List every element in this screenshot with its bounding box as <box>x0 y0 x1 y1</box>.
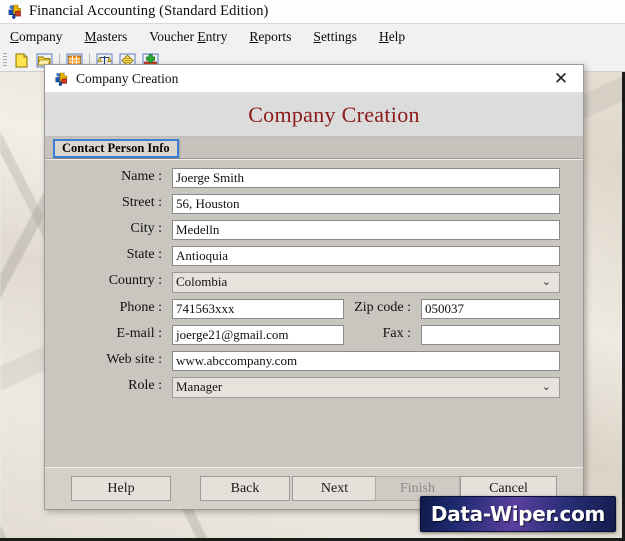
label-zip-code: Zip code : <box>354 300 411 315</box>
label-role: Role : <box>128 378 162 393</box>
form-row-city: City : Medelln <box>45 218 583 242</box>
menu-reports[interactable]: Reports <box>249 29 291 45</box>
form-row-role: Role : Manager ⌄ <box>45 375 583 399</box>
puzzle-pieces-icon <box>53 71 69 87</box>
value-country: Colombia <box>176 274 228 289</box>
label-website: Web site : <box>106 352 162 367</box>
label-city: City : <box>130 221 162 236</box>
watermark-badge: Data-Wiper.com <box>420 496 616 532</box>
watermark-text: Data-Wiper.com <box>430 502 606 526</box>
input-fax[interactable] <box>421 325 560 345</box>
chevron-down-icon[interactable]: ⌄ <box>542 381 556 393</box>
application-window: Financial Accounting (Standard Edition) … <box>0 0 625 541</box>
menu-voucher-entry[interactable]: Voucher Entry <box>149 29 227 45</box>
input-street[interactable]: 56, Houston <box>172 194 560 214</box>
menu-settings[interactable]: Settings <box>313 29 357 45</box>
label-street: Street : <box>121 195 162 210</box>
value-street: 56, Houston <box>176 196 240 211</box>
tab-contact-person-info[interactable]: Contact Person Info <box>53 139 179 158</box>
input-city[interactable]: Medelln <box>172 220 560 240</box>
form-row-website: Web site : www.abccompany.com <box>45 349 583 373</box>
dropdown-role[interactable]: Manager ⌄ <box>172 376 560 398</box>
toolbar-grip[interactable] <box>3 52 7 68</box>
value-state: Antioquia <box>176 248 228 263</box>
dialog-title: Company Creation <box>76 70 179 86</box>
input-website[interactable]: www.abccompany.com <box>172 351 560 371</box>
chevron-down-icon[interactable]: ⌄ <box>542 276 556 288</box>
label-name: Name : <box>121 169 162 184</box>
menu-company[interactable]: Company <box>10 29 63 45</box>
menu-help[interactable]: Help <box>379 29 405 45</box>
value-role: Manager <box>176 379 223 394</box>
form-row-street: Street : 56, Houston <box>45 192 583 216</box>
menubar: Company Masters Voucher Entry Reports Settin… <box>0 24 625 49</box>
application-title: Financial Accounting (Standard Edition) <box>29 3 269 19</box>
page-title: Company Creation <box>248 101 420 127</box>
label-fax: Fax : <box>382 326 411 341</box>
dropdown-country[interactable]: Colombia ⌄ <box>172 271 560 293</box>
tab-strip: Contact Person Info <box>45 137 583 159</box>
company-creation-dialog: Company Creation ✕ Company Creation Cont… <box>44 64 584 510</box>
dialog-titlebar: Company Creation ✕ <box>45 65 583 93</box>
value-name: Joerge Smith <box>176 170 245 185</box>
value-website: www.abccompany.com <box>176 353 298 368</box>
back-button[interactable]: Back <box>200 476 290 501</box>
next-button[interactable]: Next <box>292 476 377 501</box>
label-country: Country : <box>108 273 162 288</box>
contact-person-form: Name : Joerge Smith Street : 56, Houston Cit… <box>45 159 583 470</box>
value-city: Medelln <box>176 222 220 237</box>
label-state: State : <box>126 247 162 262</box>
new-document-icon[interactable] <box>11 51 32 70</box>
input-zip-code[interactable]: 050037 <box>421 299 560 319</box>
form-row-state: State : Antioquia <box>45 244 583 268</box>
form-row-zip-code: Zip code : 050037 <box>45 297 583 321</box>
puzzle-pieces-icon <box>6 3 23 20</box>
application-titlebar: Financial Accounting (Standard Edition) <box>0 0 625 24</box>
form-row-name: Name : Joerge Smith <box>45 166 583 190</box>
form-row-country: Country : Colombia ⌄ <box>45 270 583 294</box>
help-button[interactable]: Help <box>71 476 171 501</box>
menu-masters[interactable]: Masters <box>85 29 128 45</box>
form-row-fax: Fax : <box>45 323 583 347</box>
value-zip-code: 050037 <box>425 301 464 316</box>
input-state[interactable]: Antioquia <box>172 246 560 266</box>
input-name[interactable]: Joerge Smith <box>172 168 560 188</box>
close-icon[interactable]: ✕ <box>539 65 583 92</box>
dialog-header: Company Creation <box>45 93 583 137</box>
